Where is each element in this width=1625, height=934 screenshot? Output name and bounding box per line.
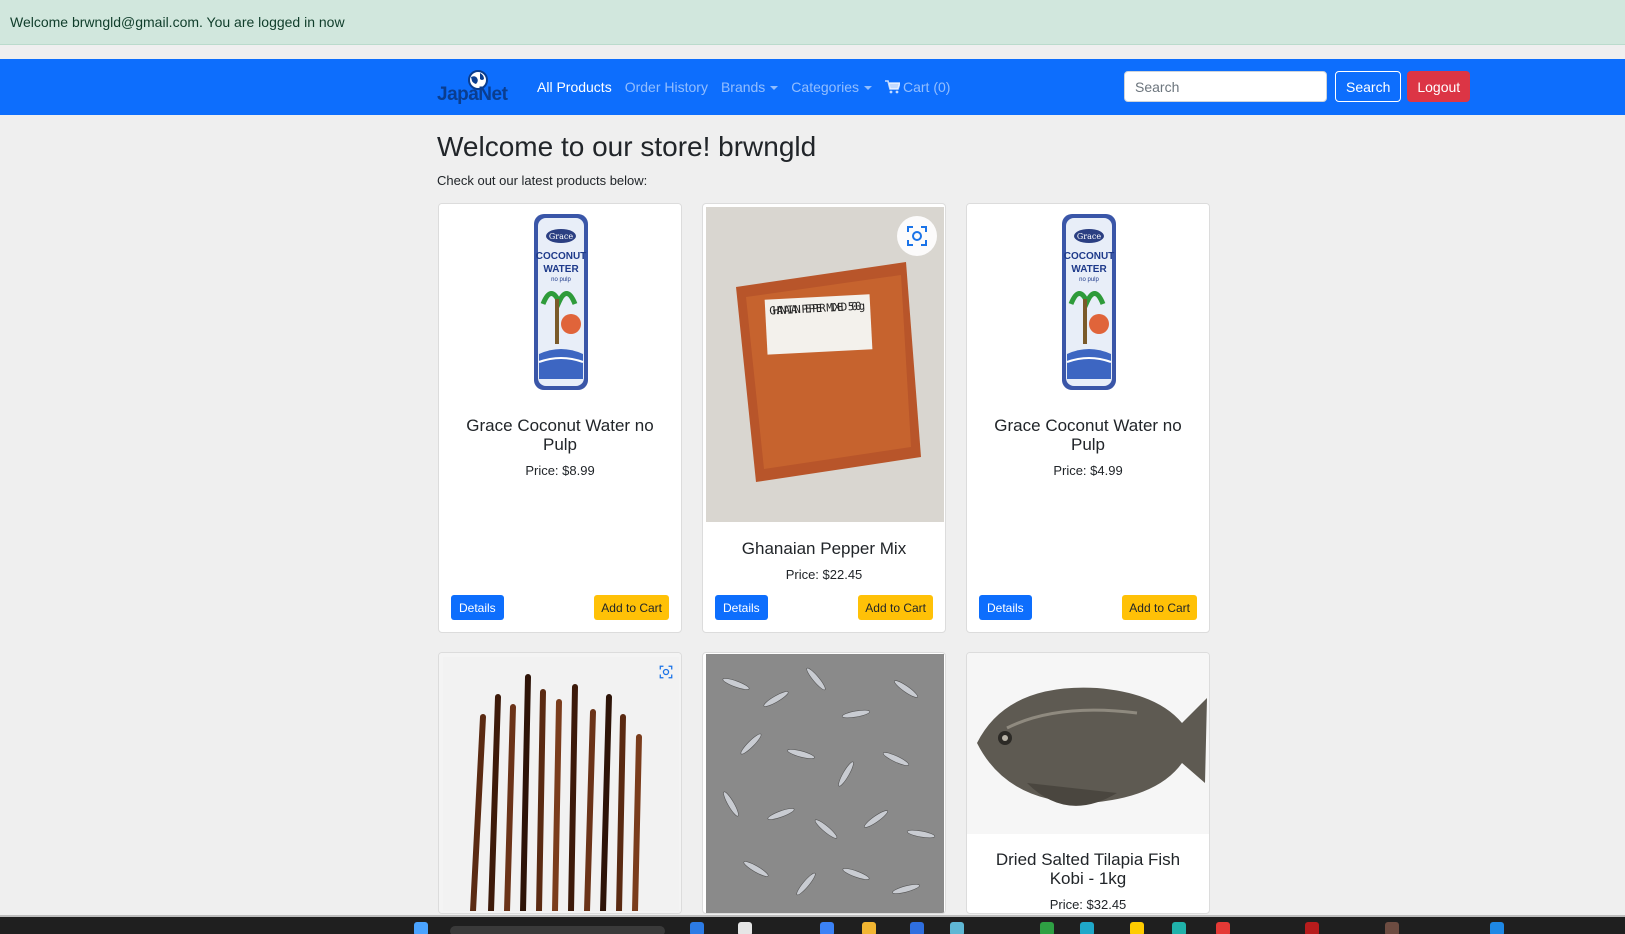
add-to-cart-button[interactable]: Add to Cart — [594, 595, 669, 620]
navbar: JapaNet All Products Order History Brand… — [0, 59, 1625, 115]
can-line3-text: no pulp — [551, 277, 571, 283]
add-to-cart-button[interactable]: Add to Cart — [1122, 595, 1197, 620]
taskbar-app-icon[interactable] — [1040, 922, 1054, 934]
taskbar-app-icon[interactable] — [950, 922, 964, 934]
product-price: Price: $4.99 — [1053, 463, 1123, 478]
product-image[interactable]: Grace COCONUT WATER no pulp — [439, 204, 681, 404]
taskbar-app-icon[interactable] — [1490, 922, 1504, 934]
can-line2-text: WATER — [1071, 264, 1107, 275]
visual-search-lens-icon[interactable] — [659, 665, 673, 679]
product-title[interactable]: Dried Salted Tilapia Fish Kobi - 1kg — [981, 850, 1195, 888]
details-button[interactable]: Details — [451, 595, 504, 620]
can-line3-text: no pulp — [1079, 277, 1099, 283]
product-title[interactable]: Grace Coconut Water no Pulp — [981, 416, 1195, 454]
search-input[interactable] — [1124, 71, 1327, 102]
details-button[interactable]: Details — [715, 595, 768, 620]
taskbar-app-icon[interactable] — [820, 922, 834, 934]
details-button[interactable]: Details — [979, 595, 1032, 620]
chevron-down-icon — [864, 86, 872, 91]
can-brand-text: Grace — [549, 232, 573, 241]
product-card — [438, 652, 682, 914]
can-line1-text: COCONUT — [536, 251, 587, 262]
product-price: Price: $8.99 — [525, 463, 595, 478]
dried-sticks-image — [443, 657, 679, 913]
taskbar-app-icon[interactable] — [1130, 922, 1144, 934]
taskbar-app-icon[interactable] — [862, 922, 876, 934]
product-image[interactable] — [439, 653, 681, 913]
os-taskbar — [0, 915, 1625, 934]
product-card — [702, 652, 946, 914]
taskbar-app-icon[interactable] — [1305, 922, 1319, 934]
can-brand-text: Grace — [1077, 232, 1101, 241]
product-card: Dried Salted Tilapia Fish Kobi - 1kg Pri… — [966, 652, 1210, 914]
search-button[interactable]: Search — [1335, 71, 1402, 102]
taskbar-app-icon[interactable] — [1216, 922, 1230, 934]
product-image[interactable] — [703, 653, 945, 913]
taskbar-app-icon[interactable] — [1080, 922, 1094, 934]
login-alert: Welcome brwngld@gmail.com. You are logge… — [0, 0, 1625, 45]
nav-order-history[interactable]: Order History — [625, 79, 708, 95]
dried-anchovies-image — [706, 654, 944, 913]
nav-cart[interactable]: Cart (0) — [885, 79, 950, 95]
product-card: Grace COCONUT WATER no pulp Grace Coconu… — [438, 203, 682, 633]
product-price: Price: $32.45 — [1049, 897, 1127, 912]
add-to-cart-button[interactable]: Add to Cart — [858, 595, 933, 620]
product-image[interactable] — [967, 653, 1209, 834]
taskbar-search-box[interactable] — [450, 926, 665, 934]
cart-icon — [885, 80, 900, 94]
product-image[interactable]: GHANAIAN PEPPER MIXED 500g — [703, 204, 945, 525]
product-title[interactable]: Ghanaian Pepper Mix — [717, 539, 931, 558]
taskbar-app-icon[interactable] — [910, 922, 924, 934]
logout-button[interactable]: Logout — [1407, 71, 1471, 102]
nav-cart-label: Cart (0) — [903, 79, 951, 95]
coconut-water-can-image: Grace COCONUT WATER no pulp — [1062, 214, 1116, 390]
taskbar-app-icon[interactable] — [738, 922, 752, 934]
brand-name: JapaNet — [437, 84, 508, 105]
taskbar-app-icon[interactable] — [1385, 922, 1399, 934]
product-card: Grace COCONUT WATER no pulp Grace Coconu… — [966, 203, 1210, 633]
windows-start-icon[interactable] — [414, 922, 428, 934]
nav-brands-label: Brands — [720, 79, 766, 95]
nav-categories-dropdown[interactable]: Categories — [791, 79, 872, 95]
product-price: Price: $22.45 — [785, 567, 863, 582]
taskbar-app-icon[interactable] — [690, 922, 704, 934]
product-image[interactable]: Grace COCONUT WATER no pulp — [967, 204, 1209, 404]
brand-logo[interactable]: JapaNet — [437, 67, 519, 107]
dried-tilapia-image — [967, 653, 1209, 834]
visual-search-lens-icon[interactable] — [897, 216, 937, 256]
taskbar-app-icon[interactable] — [1172, 922, 1186, 934]
alert-text: Welcome brwngld@gmail.com. You are logge… — [10, 14, 345, 30]
product-card: GHANAIAN PEPPER MIXED 500g Ghanaian Pepp… — [702, 203, 946, 633]
can-line1-text: COCONUT — [1064, 251, 1115, 262]
nav-all-products[interactable]: All Products — [537, 79, 612, 95]
page-title: Welcome to our store! brwngld — [437, 131, 817, 162]
nav-categories-label: Categories — [791, 79, 859, 95]
page-subtitle: Check out our latest products below: — [437, 173, 648, 188]
can-line2-text: WATER — [543, 264, 579, 275]
coconut-water-can-image: Grace COCONUT WATER no pulp — [534, 214, 588, 390]
chevron-down-icon — [770, 86, 779, 91]
product-title[interactable]: Grace Coconut Water no Pulp — [453, 416, 667, 454]
nav-brands-dropdown[interactable]: Brands — [720, 79, 779, 95]
